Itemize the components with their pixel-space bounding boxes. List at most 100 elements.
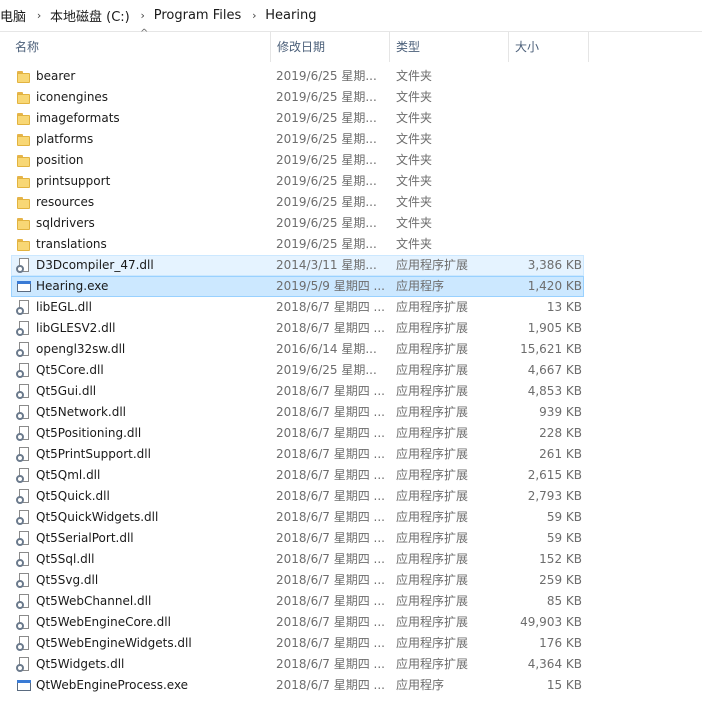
file-modified-date: 2019/6/25 星期... xyxy=(276,111,377,125)
file-row[interactable]: Qt5Quick.dll 2018/6/7 星期四 ... 应用程序扩展 2,793 … xyxy=(0,486,702,507)
file-row[interactable]: Qt5Sql.dll 2018/6/7 星期四 ... 应用程序扩展 152 KB xyxy=(0,549,702,570)
dll-file-icon xyxy=(16,426,31,441)
file-row[interactable]: imageformats 2019/6/25 星期... 文件夹 xyxy=(0,108,702,129)
file-row[interactable]: Qt5Qml.dll 2018/6/7 星期四 ... 应用程序扩展 2,615 KB xyxy=(0,465,702,486)
application-icon xyxy=(16,279,31,294)
file-size: 2,615 KB xyxy=(527,468,582,482)
file-type: 应用程序扩展 xyxy=(396,426,469,440)
file-name: imageformats xyxy=(36,111,120,125)
dll-file-icon xyxy=(16,363,31,378)
file-name: bearer xyxy=(36,69,76,83)
dll-file-icon xyxy=(16,552,31,567)
file-size: 13 KB xyxy=(546,300,582,314)
file-name: position xyxy=(36,153,84,167)
file-type: 应用程序扩展 xyxy=(396,321,469,335)
file-row[interactable]: Qt5PrintSupport.dll 2018/6/7 星期四 ... 应用程序扩… xyxy=(0,444,702,465)
column-header-size[interactable]: 大小 xyxy=(509,32,589,62)
file-row[interactable]: platforms 2019/6/25 星期... 文件夹 xyxy=(0,129,702,150)
file-type: 应用程序扩展 xyxy=(396,405,469,419)
file-row[interactable]: Qt5WebEngineWidgets.dll 2018/6/7 星期四 ... 应… xyxy=(0,633,702,654)
file-type: 应用程序扩展 xyxy=(396,615,469,629)
file-type: 文件夹 xyxy=(396,132,433,146)
file-name: libGLESV2.dll xyxy=(36,321,116,335)
file-modified-date: 2018/6/7 星期四 ... xyxy=(276,678,385,692)
breadcrumb-item[interactable]: 本地磁盘 (C:) xyxy=(50,6,132,25)
file-row[interactable]: Qt5WebChannel.dll 2018/6/7 星期四 ... 应用程序扩展 8… xyxy=(0,591,702,612)
file-size: 3,386 KB xyxy=(527,258,582,272)
file-size: 15,621 KB xyxy=(520,342,582,356)
file-size xyxy=(509,234,582,255)
column-header-date[interactable]: 修改日期 xyxy=(271,32,390,62)
file-row[interactable]: QtWebEngineProcess.exe 2018/6/7 星期四 ... 应用… xyxy=(0,675,702,696)
file-size xyxy=(509,213,582,234)
file-size xyxy=(509,87,582,108)
file-row[interactable]: Qt5Svg.dll 2018/6/7 星期四 ... 应用程序扩展 259 KB xyxy=(0,570,702,591)
file-size: 49,903 KB xyxy=(520,615,582,629)
file-row[interactable]: Hearing.exe 2019/5/9 星期四 ... 应用程序 1,420 KB xyxy=(0,276,702,297)
file-row[interactable]: Qt5Positioning.dll 2018/6/7 星期四 ... 应用程序扩展… xyxy=(0,423,702,444)
file-type: 应用程序 xyxy=(396,678,445,692)
file-name: platforms xyxy=(36,132,94,146)
file-modified-date: 2018/6/7 星期四 ... xyxy=(276,384,385,398)
file-row[interactable]: Qt5WebEngineCore.dll 2018/6/7 星期四 ... 应用程序… xyxy=(0,612,702,633)
file-type: 应用程序扩展 xyxy=(396,657,469,671)
file-size: 15 KB xyxy=(546,678,582,692)
file-row[interactable]: sqldrivers 2019/6/25 星期... 文件夹 xyxy=(0,213,702,234)
file-row[interactable]: bearer 2019/6/25 星期... 文件夹 xyxy=(0,66,702,87)
file-row[interactable]: position 2019/6/25 星期... 文件夹 xyxy=(0,150,702,171)
file-modified-date: 2018/6/7 星期四 ... xyxy=(276,615,385,629)
file-row[interactable]: opengl32sw.dll 2016/6/14 星期... 应用程序扩展 15,62… xyxy=(0,339,702,360)
file-row[interactable]: Qt5Core.dll 2019/6/25 星期... 应用程序扩展 4,667 KB xyxy=(0,360,702,381)
file-modified-date: 2018/6/7 星期四 ... xyxy=(276,447,385,461)
file-size: 261 KB xyxy=(539,447,582,461)
file-row[interactable]: libGLESV2.dll 2018/6/7 星期四 ... 应用程序扩展 1,905… xyxy=(0,318,702,339)
breadcrumb-item[interactable]: Program Files xyxy=(154,8,244,23)
file-row[interactable]: translations 2019/6/25 星期... 文件夹 xyxy=(0,234,702,255)
column-header-type[interactable]: 类型 xyxy=(390,32,509,62)
column-header-name[interactable]: 名称 ^ xyxy=(9,28,271,62)
file-modified-date: 2018/6/7 星期四 ... xyxy=(276,657,385,671)
breadcrumb-item[interactable]: 电脑 xyxy=(0,6,28,25)
file-row[interactable]: Qt5Network.dll 2018/6/7 星期四 ... 应用程序扩展 939 … xyxy=(0,402,702,423)
file-row[interactable]: D3Dcompiler_47.dll 2014/3/11 星期... 应用程序扩展 3… xyxy=(0,255,702,276)
file-name: Qt5Widgets.dll xyxy=(36,657,125,671)
file-modified-date: 2016/6/14 星期... xyxy=(276,342,377,356)
dll-file-icon xyxy=(16,447,31,462)
file-name: Qt5WebEngineWidgets.dll xyxy=(36,636,192,650)
folder-icon xyxy=(16,69,31,84)
dll-file-icon xyxy=(16,531,31,546)
breadcrumb-item[interactable]: Hearing xyxy=(265,8,318,23)
file-row[interactable]: resources 2019/6/25 星期... 文件夹 xyxy=(0,192,702,213)
file-modified-date: 2019/6/25 星期... xyxy=(276,69,377,83)
address-bar[interactable]: 电脑 › 本地磁盘 (C:) › Program Files › Hearing xyxy=(0,0,702,32)
file-row[interactable]: Qt5Gui.dll 2018/6/7 星期四 ... 应用程序扩展 4,853 KB xyxy=(0,381,702,402)
file-name: Qt5Gui.dll xyxy=(36,384,97,398)
file-name: Qt5Positioning.dll xyxy=(36,426,142,440)
column-header-label: 名称 xyxy=(15,40,40,54)
file-row[interactable]: iconengines 2019/6/25 星期... 文件夹 xyxy=(0,87,702,108)
chevron-right-icon[interactable]: › xyxy=(132,9,154,22)
file-row[interactable]: Qt5Widgets.dll 2018/6/7 星期四 ... 应用程序扩展 4,36… xyxy=(0,654,702,675)
file-size: 1,905 KB xyxy=(527,321,582,335)
file-name: sqldrivers xyxy=(36,216,95,230)
file-size xyxy=(509,171,582,192)
chevron-right-icon[interactable]: › xyxy=(28,9,50,22)
file-type: 应用程序扩展 xyxy=(396,531,469,545)
file-size: 59 KB xyxy=(546,510,582,524)
folder-icon xyxy=(16,174,31,189)
file-type: 文件夹 xyxy=(396,216,433,230)
file-type: 文件夹 xyxy=(396,174,433,188)
file-row[interactable]: Qt5SerialPort.dll 2018/6/7 星期四 ... 应用程序扩展 5… xyxy=(0,528,702,549)
file-type: 应用程序扩展 xyxy=(396,258,469,272)
file-type: 应用程序扩展 xyxy=(396,384,469,398)
file-row[interactable]: printsupport 2019/6/25 星期... 文件夹 xyxy=(0,171,702,192)
file-size xyxy=(509,108,582,129)
file-modified-date: 2018/6/7 星期四 ... xyxy=(276,510,385,524)
dll-file-icon xyxy=(16,258,31,273)
file-row[interactable]: libEGL.dll 2018/6/7 星期四 ... 应用程序扩展 13 KB xyxy=(0,297,702,318)
file-name: Qt5QuickWidgets.dll xyxy=(36,510,159,524)
dll-file-icon xyxy=(16,573,31,588)
chevron-right-icon[interactable]: › xyxy=(243,9,265,22)
dll-file-icon xyxy=(16,489,31,504)
file-row[interactable]: Qt5QuickWidgets.dll 2018/6/7 星期四 ... 应用程序扩… xyxy=(0,507,702,528)
